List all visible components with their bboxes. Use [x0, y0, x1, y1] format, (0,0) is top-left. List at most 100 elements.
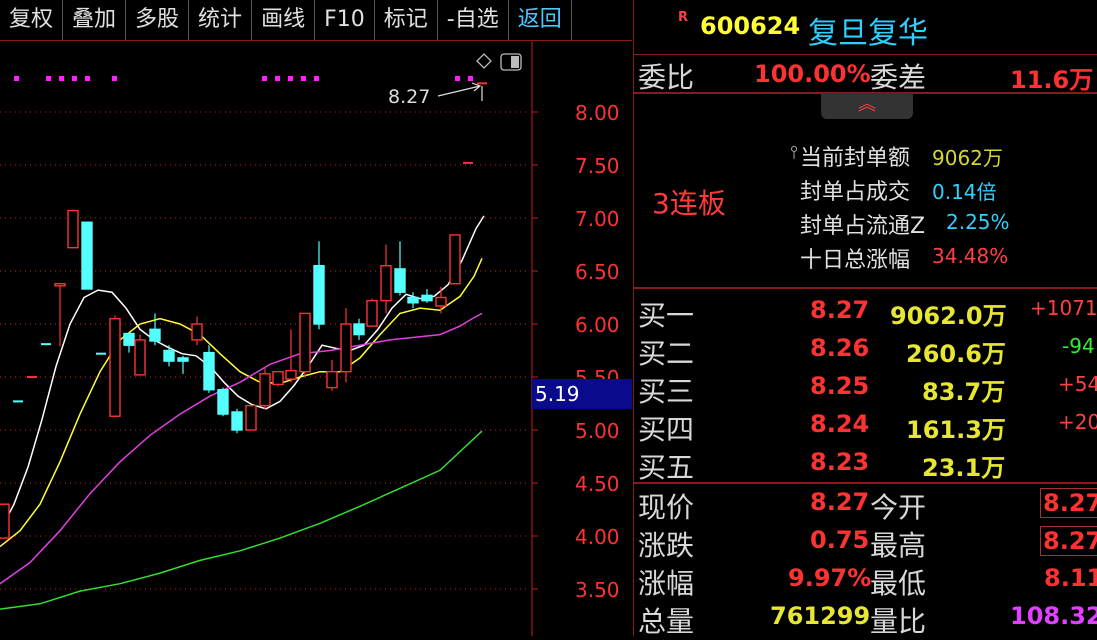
- bid-label: 买一: [638, 299, 695, 332]
- quote-value: 8.27: [1040, 488, 1097, 518]
- order-diff-value: 11.6万: [1010, 66, 1094, 94]
- candle-down: [163, 349, 175, 362]
- quote-label: 最高: [870, 529, 927, 562]
- candle-down: [177, 357, 189, 362]
- back-button[interactable]: 返回: [509, 0, 572, 40]
- signal-dot: [455, 76, 460, 81]
- quote-value: 8.11: [1044, 564, 1097, 592]
- ma60-line: [0, 430, 483, 610]
- candle-down: [149, 328, 161, 342]
- candle-up: [380, 264, 392, 302]
- chart-toolbar: 复权 叠加 多股 统计 画线 F10 标记 -自选 返回: [0, 0, 632, 41]
- candle-down: [353, 323, 365, 336]
- mark-button[interactable]: 标记: [375, 0, 438, 40]
- bid-change: +54: [1058, 372, 1097, 396]
- collapse-toggle[interactable]: ︽: [821, 93, 913, 119]
- signal-dot: [59, 76, 64, 81]
- bid-volume: 260.6万: [906, 340, 1006, 368]
- candle-down: [217, 389, 229, 415]
- remove-watchlist-button[interactable]: -自选: [438, 0, 509, 40]
- signal-dot: [468, 76, 473, 81]
- seal-turnover-label: 封单占成交: [800, 180, 911, 205]
- seal-amount-value: 9062万: [932, 146, 1003, 170]
- restore-rights-button[interactable]: 复权: [0, 0, 64, 40]
- signal-dot: [275, 76, 280, 81]
- bid-volume: 23.1万: [922, 454, 1006, 482]
- candle-down: [313, 264, 325, 325]
- candle-up: [326, 371, 338, 389]
- quote-label: 最低: [870, 567, 927, 600]
- candle-up: [245, 404, 257, 431]
- candle-up: [191, 323, 203, 341]
- bid-change: -94: [1062, 334, 1095, 358]
- bid-volume: 161.3万: [906, 416, 1006, 444]
- candle-down: [203, 351, 215, 391]
- candle-up: [67, 209, 79, 249]
- chevron-up-icon: ︽: [858, 94, 876, 115]
- y-tick-label: 5.00: [575, 419, 620, 443]
- ten-day-gain-value: 34.48%: [932, 244, 1009, 268]
- candle-down: [81, 221, 93, 290]
- margin-badge: R: [678, 10, 689, 25]
- quote-value: 8.27: [810, 488, 870, 516]
- ten-day-gain-label: 十日总涨幅: [800, 248, 911, 273]
- quote-label: 总量: [638, 605, 695, 638]
- bid-label: 买二: [638, 337, 695, 370]
- stock-header: R 600624 复旦复华: [634, 0, 1097, 55]
- bid-price: 8.24: [810, 410, 870, 438]
- bid-price: 8.25: [810, 372, 870, 400]
- quote-value: 0.75: [810, 526, 870, 554]
- y-tick-label: 8.00: [575, 101, 620, 125]
- signal-dot: [314, 76, 319, 81]
- window-toggle-fill: [511, 56, 519, 68]
- candle-up: [272, 371, 284, 386]
- signal-dot: [72, 76, 77, 81]
- candle-down: [421, 294, 433, 302]
- signal-dot: [301, 76, 306, 81]
- y-tick-label: 4.50: [575, 472, 620, 496]
- candle-down: [407, 296, 419, 304]
- kline-chart[interactable]: 8.00 7.50 7.00 6.50 6.00 5.50 5.00 4.50 4.00 3.50…: [0, 41, 632, 636]
- quote-label: 涨幅: [638, 567, 695, 600]
- bid-price: 8.26: [810, 334, 870, 362]
- signal-dot: [46, 76, 51, 81]
- bid-volume: 9062.0万: [890, 302, 1007, 330]
- signal-dot: [85, 76, 90, 81]
- f10-button[interactable]: F10: [315, 0, 375, 40]
- candle-down: [123, 332, 135, 346]
- bid-price: 8.27: [810, 296, 870, 324]
- kline-chart-canvas[interactable]: 8.007.507.006.506.005.505.004.504.003.50…: [0, 41, 632, 636]
- bid-volume: 83.7万: [922, 378, 1006, 406]
- quote-value: 8.27: [1040, 526, 1097, 556]
- bid-label: 买三: [638, 375, 695, 408]
- overlay-button[interactable]: 叠加: [63, 0, 127, 40]
- candle-up: [340, 323, 352, 373]
- quote-value: 761299: [770, 602, 871, 630]
- crosshair-price-tag: 5.19: [532, 379, 632, 409]
- y-tick-label: 4.00: [575, 525, 620, 549]
- candle-down: [231, 411, 243, 431]
- quote-value: 108.32: [1010, 602, 1097, 630]
- stock-name[interactable]: 复旦复华: [808, 8, 928, 52]
- multi-stock-button[interactable]: 多股: [126, 0, 190, 40]
- y-tick-label: 6.00: [575, 313, 620, 337]
- y-tick-label: 3.50: [575, 578, 620, 602]
- quote-label: 现价: [638, 491, 695, 524]
- quote-label: 今开: [870, 491, 927, 524]
- order-ratio-value: 100.00%: [754, 60, 871, 88]
- bid-change: +20: [1058, 410, 1097, 434]
- candle-up: [299, 312, 311, 373]
- candle-up: [259, 373, 271, 407]
- statistics-button[interactable]: 统计: [189, 0, 253, 40]
- quote-label: 量比: [870, 605, 927, 638]
- y-tick-label: 7.00: [575, 207, 620, 231]
- signal-dot: [288, 76, 293, 81]
- seal-float-value: 2.25%: [946, 210, 1010, 234]
- seal-turnover-value: 0.14倍: [932, 180, 997, 204]
- candle-up: [366, 299, 378, 327]
- candle-up: [449, 234, 461, 285]
- quote-panel: R 600624 复旦复华 委比 100.00% 委差 11.6万 ︽ 3连板 …: [633, 0, 1097, 638]
- draw-line-button[interactable]: 画线: [252, 0, 316, 40]
- limit-board-count: 3连板: [652, 187, 726, 220]
- candle-up: [54, 283, 66, 287]
